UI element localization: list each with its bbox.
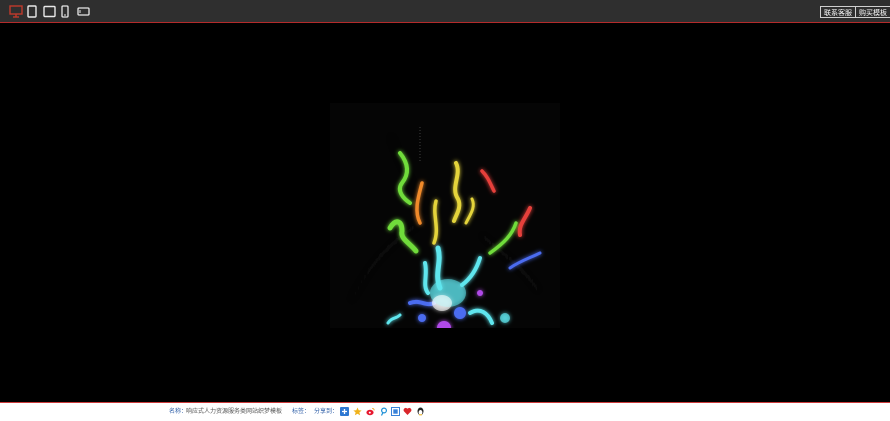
- phone-view-icon[interactable]: [61, 5, 69, 18]
- qq-penguin-icon[interactable]: [416, 407, 425, 416]
- tablet-landscape-view-icon[interactable]: [43, 5, 56, 18]
- weibo-icon[interactable]: [366, 407, 375, 416]
- heart-icon[interactable]: [403, 407, 412, 416]
- tags-label: 标签：: [292, 408, 311, 415]
- tencent-weibo-icon[interactable]: [379, 407, 388, 416]
- footer-info-bar: 名称： 响应式人力资源服务类网站织梦模板 标签： 分享到：: [0, 402, 890, 421]
- particle-effect-image: [330, 103, 560, 328]
- desktop-view-icon[interactable]: [9, 5, 23, 18]
- buy-template-button[interactable]: 购买模板: [855, 6, 890, 18]
- template-name: 响应式人力资源服务类网站织梦模板: [186, 408, 283, 415]
- qzone-star-icon[interactable]: [353, 407, 362, 416]
- plus-icon[interactable]: [340, 407, 349, 416]
- top-toolbar: 联系客服 购买模板: [0, 0, 890, 23]
- name-label: 名称：: [169, 408, 188, 415]
- template-preview-area[interactable]: [0, 23, 890, 402]
- share-label: 分享到：: [314, 408, 339, 415]
- qq-space-icon[interactable]: [391, 407, 400, 416]
- phone-landscape-view-icon[interactable]: [77, 5, 90, 18]
- tablet-portrait-view-icon[interactable]: [27, 5, 37, 18]
- contact-service-button[interactable]: 联系客服: [820, 6, 856, 18]
